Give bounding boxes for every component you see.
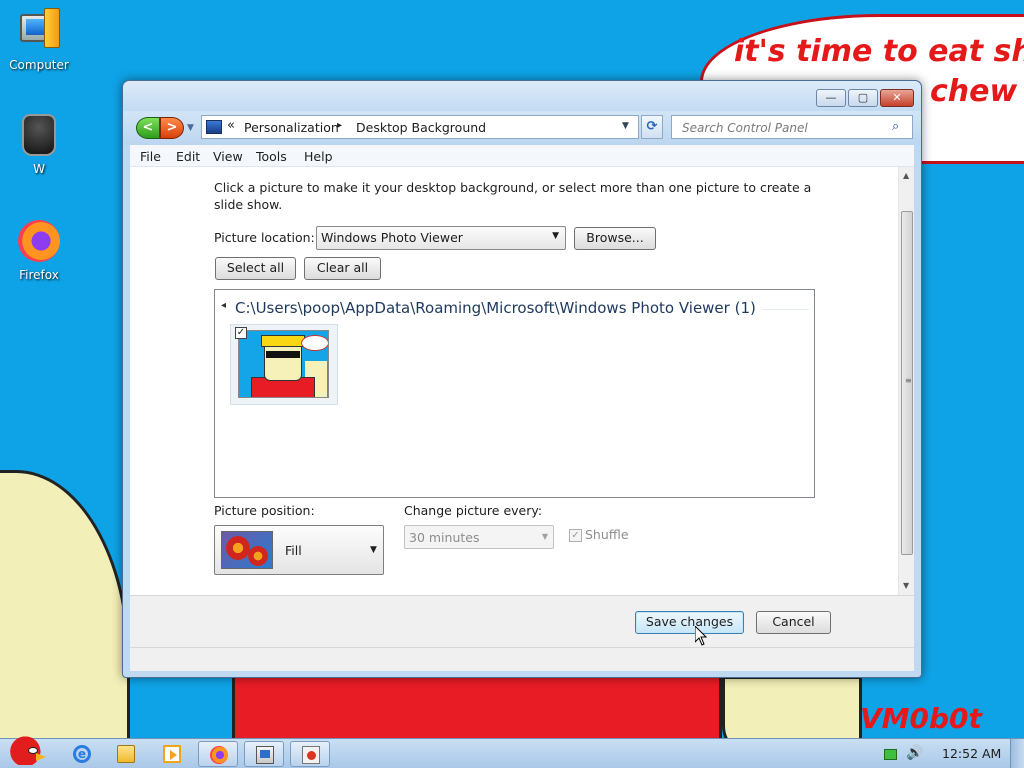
breadcrumb-desktop-background[interactable]: Desktop Background (356, 120, 486, 135)
wallpaper-text-line2: chew (930, 74, 1018, 109)
taskbar-internet-explorer[interactable]: e (62, 741, 102, 767)
desktop-icon-recycle-bin[interactable]: W (1, 112, 77, 176)
scrollbar-thumb[interactable]: ≡ (901, 211, 913, 555)
clear-all-button[interactable]: Clear all (304, 257, 381, 280)
volume-icon[interactable]: 🔊 (906, 745, 923, 761)
chevron-down-icon: ▼ (541, 532, 548, 541)
address-dropdown-icon[interactable]: ▼ (622, 121, 629, 131)
wallpaper-signature: VM0b0t (860, 702, 982, 735)
menu-bar: File Edit View Tools Help (130, 145, 914, 167)
shuffle-label: Shuffle (585, 527, 629, 542)
change-picture-label: Change picture every: (404, 503, 543, 518)
wallpaper-figure-arm (0, 470, 130, 738)
breadcrumb-overflow-icon[interactable]: « (227, 118, 235, 133)
network-icon[interactable] (884, 749, 897, 760)
breadcrumb-personalization[interactable]: Personalization (244, 120, 339, 135)
search-input[interactable]: Search Control Panel ⌕ (671, 115, 913, 139)
picture-gallery: ◂ C:\Users\poop\AppData\Roaming\Microsof… (214, 289, 815, 498)
mouse-cursor-icon (695, 626, 707, 646)
collapse-caret-icon: ◂ (221, 300, 227, 311)
desktop-icon-label: Computer (9, 58, 69, 72)
start-orb-icon (10, 735, 46, 765)
cancel-button[interactable]: Cancel (756, 611, 831, 634)
wallpaper-figure-arm-right (722, 676, 862, 738)
chevron-down-icon: ▼ (552, 231, 559, 241)
vertical-scrollbar[interactable]: ▲ ≡ ▼ (898, 167, 914, 595)
change-picture-interval-dropdown[interactable]: 30 minutes ▼ (404, 525, 554, 549)
menu-edit[interactable]: Edit (176, 149, 200, 164)
position-preview-icon (221, 531, 273, 569)
wallpaper-figure-shirt (232, 676, 722, 738)
desktop-icon-firefox[interactable]: Firefox (1, 218, 77, 282)
refresh-button[interactable]: ⟳ (641, 115, 663, 139)
thumbnail-checkbox[interactable]: ✓ (235, 327, 247, 339)
taskbar-firefox[interactable] (198, 741, 238, 767)
picture-position-dropdown[interactable]: Fill ▼ (214, 525, 384, 575)
window-titlebar[interactable]: — ▢ ✕ (123, 81, 921, 111)
scroll-down-arrow-icon[interactable]: ▼ (903, 581, 909, 590)
menu-view[interactable]: View (213, 149, 243, 164)
save-changes-button[interactable]: Save changes (635, 611, 744, 634)
menu-help[interactable]: Help (304, 149, 333, 164)
picture-position-label: Picture position: (214, 503, 315, 518)
back-arrow-icon[interactable]: < (136, 117, 160, 139)
desktop-background-panel: Click a picture to make it your desktop … (130, 167, 914, 595)
wallpaper-thumbnail[interactable]: ✓ (230, 324, 338, 405)
desktop-icon-label: W (33, 162, 45, 176)
change-picture-value: 30 minutes (409, 530, 480, 545)
show-desktop-button[interactable] (1010, 739, 1024, 768)
firefox-icon (210, 746, 228, 764)
control-panel-window: — ▢ ✕ < > ▼ « Personalization ▸ Desktop … (122, 80, 922, 678)
navigation-bar: < > ▼ « Personalization ▸ Desktop Backgr… (123, 111, 921, 145)
control-panel-icon (256, 746, 274, 764)
browse-button[interactable]: Browse... (574, 227, 656, 250)
taskbar-control-panel[interactable] (244, 741, 284, 767)
scroll-up-arrow-icon[interactable]: ▲ (903, 171, 909, 180)
wallpaper-text-line1: it's time to eat shit (734, 34, 1024, 69)
address-bar[interactable]: « Personalization ▸ Desktop Background ▼ (201, 115, 639, 139)
picture-location-dropdown[interactable]: Windows Photo Viewer ▼ (316, 226, 566, 250)
paint-icon (302, 746, 320, 764)
taskbar-paint[interactable] (290, 741, 330, 767)
firefox-icon (16, 218, 62, 264)
picture-location-label: Picture location: (214, 230, 315, 245)
chevron-down-icon: ▼ (370, 545, 377, 555)
taskbar: e 🔊 12:52 AM (0, 735, 1024, 768)
folder-icon (117, 745, 135, 763)
desktop-icon-label: Firefox (19, 268, 59, 282)
menu-tools[interactable]: Tools (256, 149, 287, 164)
computer-icon (16, 8, 62, 54)
media-player-icon (163, 745, 181, 763)
maximize-button[interactable]: ▢ (848, 89, 878, 107)
taskbar-clock[interactable]: 12:52 AM (942, 746, 1001, 761)
minimize-button[interactable]: — (816, 89, 846, 107)
search-icon[interactable]: ⌕ (892, 119, 908, 135)
group-divider (763, 309, 809, 310)
wallpaper-preview-image (238, 330, 329, 398)
internet-explorer-icon: e (73, 745, 91, 763)
instructions-text: Click a picture to make it your desktop … (214, 180, 812, 212)
forward-arrow-icon[interactable]: > (160, 117, 184, 139)
search-placeholder: Search Control Panel (682, 121, 808, 135)
recent-pages-chevron-icon[interactable]: ▼ (187, 123, 197, 133)
breadcrumb-separator-icon[interactable]: ▸ (337, 120, 342, 131)
select-all-button[interactable]: Select all (215, 257, 296, 280)
picture-location-value: Windows Photo Viewer (321, 230, 463, 245)
gallery-group-header[interactable]: ◂ C:\Users\poop\AppData\Roaming\Microsof… (221, 299, 756, 317)
start-button[interactable] (4, 733, 48, 768)
desktop-icon-computer[interactable]: Computer (1, 8, 77, 72)
control-panel-icon (206, 120, 222, 134)
scrollbar-grip-icon: ≡ (905, 376, 912, 385)
picture-position-value: Fill (285, 543, 302, 558)
taskbar-media-player[interactable] (152, 741, 192, 767)
shuffle-checkbox[interactable]: ✓ (569, 529, 582, 542)
recycle-bin-icon (16, 112, 62, 158)
menu-file[interactable]: File (140, 149, 161, 164)
gallery-group-path: C:\Users\poop\AppData\Roaming\Microsoft\… (235, 299, 756, 317)
close-button[interactable]: ✕ (880, 89, 914, 107)
status-bar (130, 647, 914, 671)
taskbar-explorer[interactable] (106, 741, 146, 767)
dialog-footer: Save changes Cancel (130, 595, 914, 647)
